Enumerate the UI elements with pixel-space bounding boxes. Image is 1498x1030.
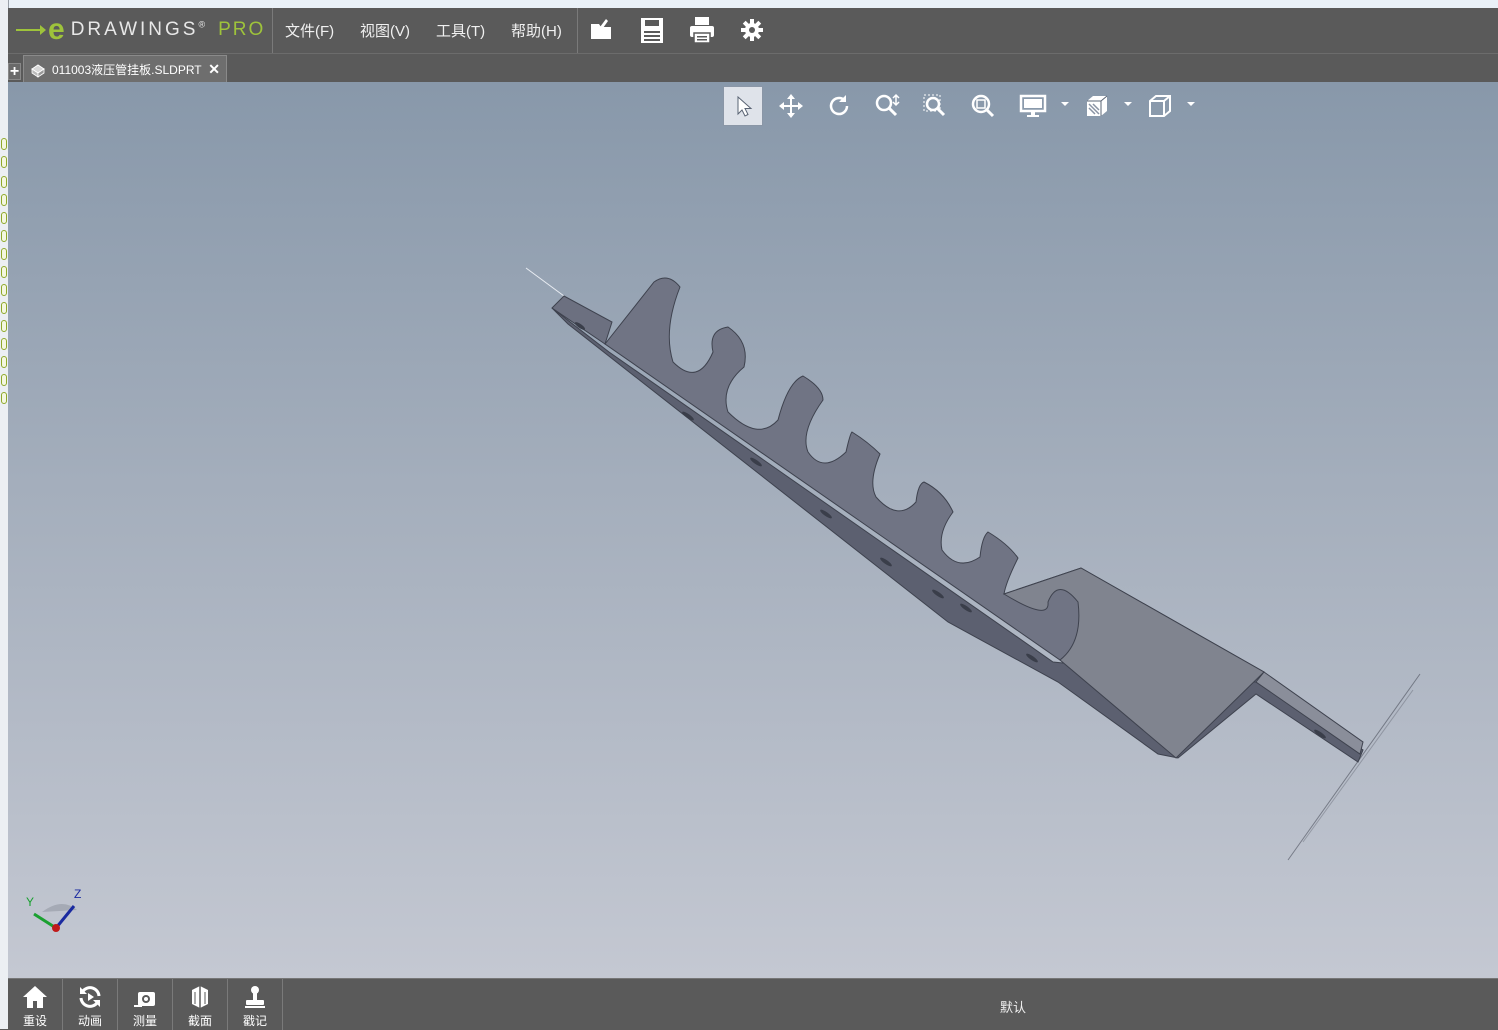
print-icon[interactable] <box>686 14 718 46</box>
configuration-name[interactable]: 默认 <box>1000 997 1026 1016</box>
document-tab-title: 011003液压管挂板.SLDPRT <box>52 63 202 77</box>
stamp-icon <box>245 986 265 1008</box>
strip-marker <box>1 356 7 368</box>
stamp-button-label: 戳记 <box>242 1014 267 1028</box>
window-top-edge <box>8 0 1498 8</box>
strip-marker <box>1 266 7 278</box>
menu-view[interactable]: 视图(V) <box>360 20 410 41</box>
document-tab[interactable]: 011003液压管挂板.SLDPRT ✕ <box>23 55 227 83</box>
animate-button[interactable]: 动画 <box>63 979 118 1030</box>
strip-marker <box>1 156 7 168</box>
stamp-button[interactable]: 戳记 <box>228 979 283 1030</box>
open-icon[interactable] <box>586 14 618 46</box>
document-tab-bar: + 011003液压管挂板.SLDPRT ✕ <box>8 53 1498 83</box>
logo-name-text: DRAWINGS <box>70 19 199 40</box>
model-edge-highlight <box>525 267 565 297</box>
section-button-label: 截面 <box>187 1014 212 1028</box>
section-button[interactable]: 截面 <box>173 979 228 1030</box>
menu-help[interactable]: 帮助(H) <box>511 20 562 41</box>
logo-name: DRAWINGS® <box>71 19 208 41</box>
reset-button[interactable]: 重设 <box>8 979 63 1030</box>
close-tab-icon[interactable]: ✕ <box>208 61 220 78</box>
axis-y-label: Y <box>26 895 34 909</box>
menu-divider <box>272 8 273 53</box>
animate-button-label: 动画 <box>77 1014 102 1028</box>
right-tab-face <box>1255 671 1364 755</box>
measure-button[interactable]: 测量 <box>118 979 173 1030</box>
strip-marker <box>1 320 7 332</box>
model-edge-shadow <box>1287 673 1421 861</box>
menu-divider <box>577 8 578 53</box>
section-icon <box>192 986 208 1008</box>
strip-marker <box>1 302 7 314</box>
strip-marker <box>1 374 7 386</box>
3d-viewport[interactable]: Y Z <box>8 82 1498 978</box>
axis-triad: Y Z <box>26 887 81 932</box>
menu-file[interactable]: 文件(F) <box>285 20 334 41</box>
measure-button-label: 测量 <box>132 1014 157 1028</box>
main-menu-bar: e DRAWINGS® PRO 文件(F) 视图(V) 工具(T) 帮助(H) <box>8 8 1498 53</box>
axis-z-label: Z <box>74 887 81 901</box>
home-icon <box>23 986 47 1008</box>
reset-button-label: 重设 <box>22 1014 47 1028</box>
bottom-toolbar: 重设 动画 测量 截面 戳记 默认 <box>8 978 1498 1030</box>
settings-icon[interactable] <box>736 14 768 46</box>
strip-marker <box>1 212 7 224</box>
menu-tools[interactable]: 工具(T) <box>436 20 485 41</box>
strip-marker <box>1 230 7 242</box>
strip-marker <box>1 284 7 296</box>
strip-marker <box>1 176 7 188</box>
strip-marker <box>1 392 7 404</box>
strip-marker <box>1 248 7 260</box>
logo-arrow-icon <box>16 25 46 35</box>
logo-registered-mark: ® <box>198 19 209 30</box>
part-file-icon <box>31 63 45 78</box>
logo-mark: e <box>48 13 65 46</box>
strip-marker <box>1 138 7 150</box>
edrawings-logo: e DRAWINGS® PRO <box>16 14 265 46</box>
strip-marker <box>1 338 7 350</box>
measure-icon <box>134 992 155 1007</box>
left-tab-face <box>551 295 613 345</box>
strip-marker <box>1 194 7 206</box>
save-icon[interactable] <box>636 14 668 46</box>
hanger-plate-model[interactable] <box>8 82 1498 978</box>
animate-icon <box>79 986 101 1008</box>
add-tab-button[interactable]: + <box>8 63 21 80</box>
logo-edition: PRO <box>218 19 266 40</box>
